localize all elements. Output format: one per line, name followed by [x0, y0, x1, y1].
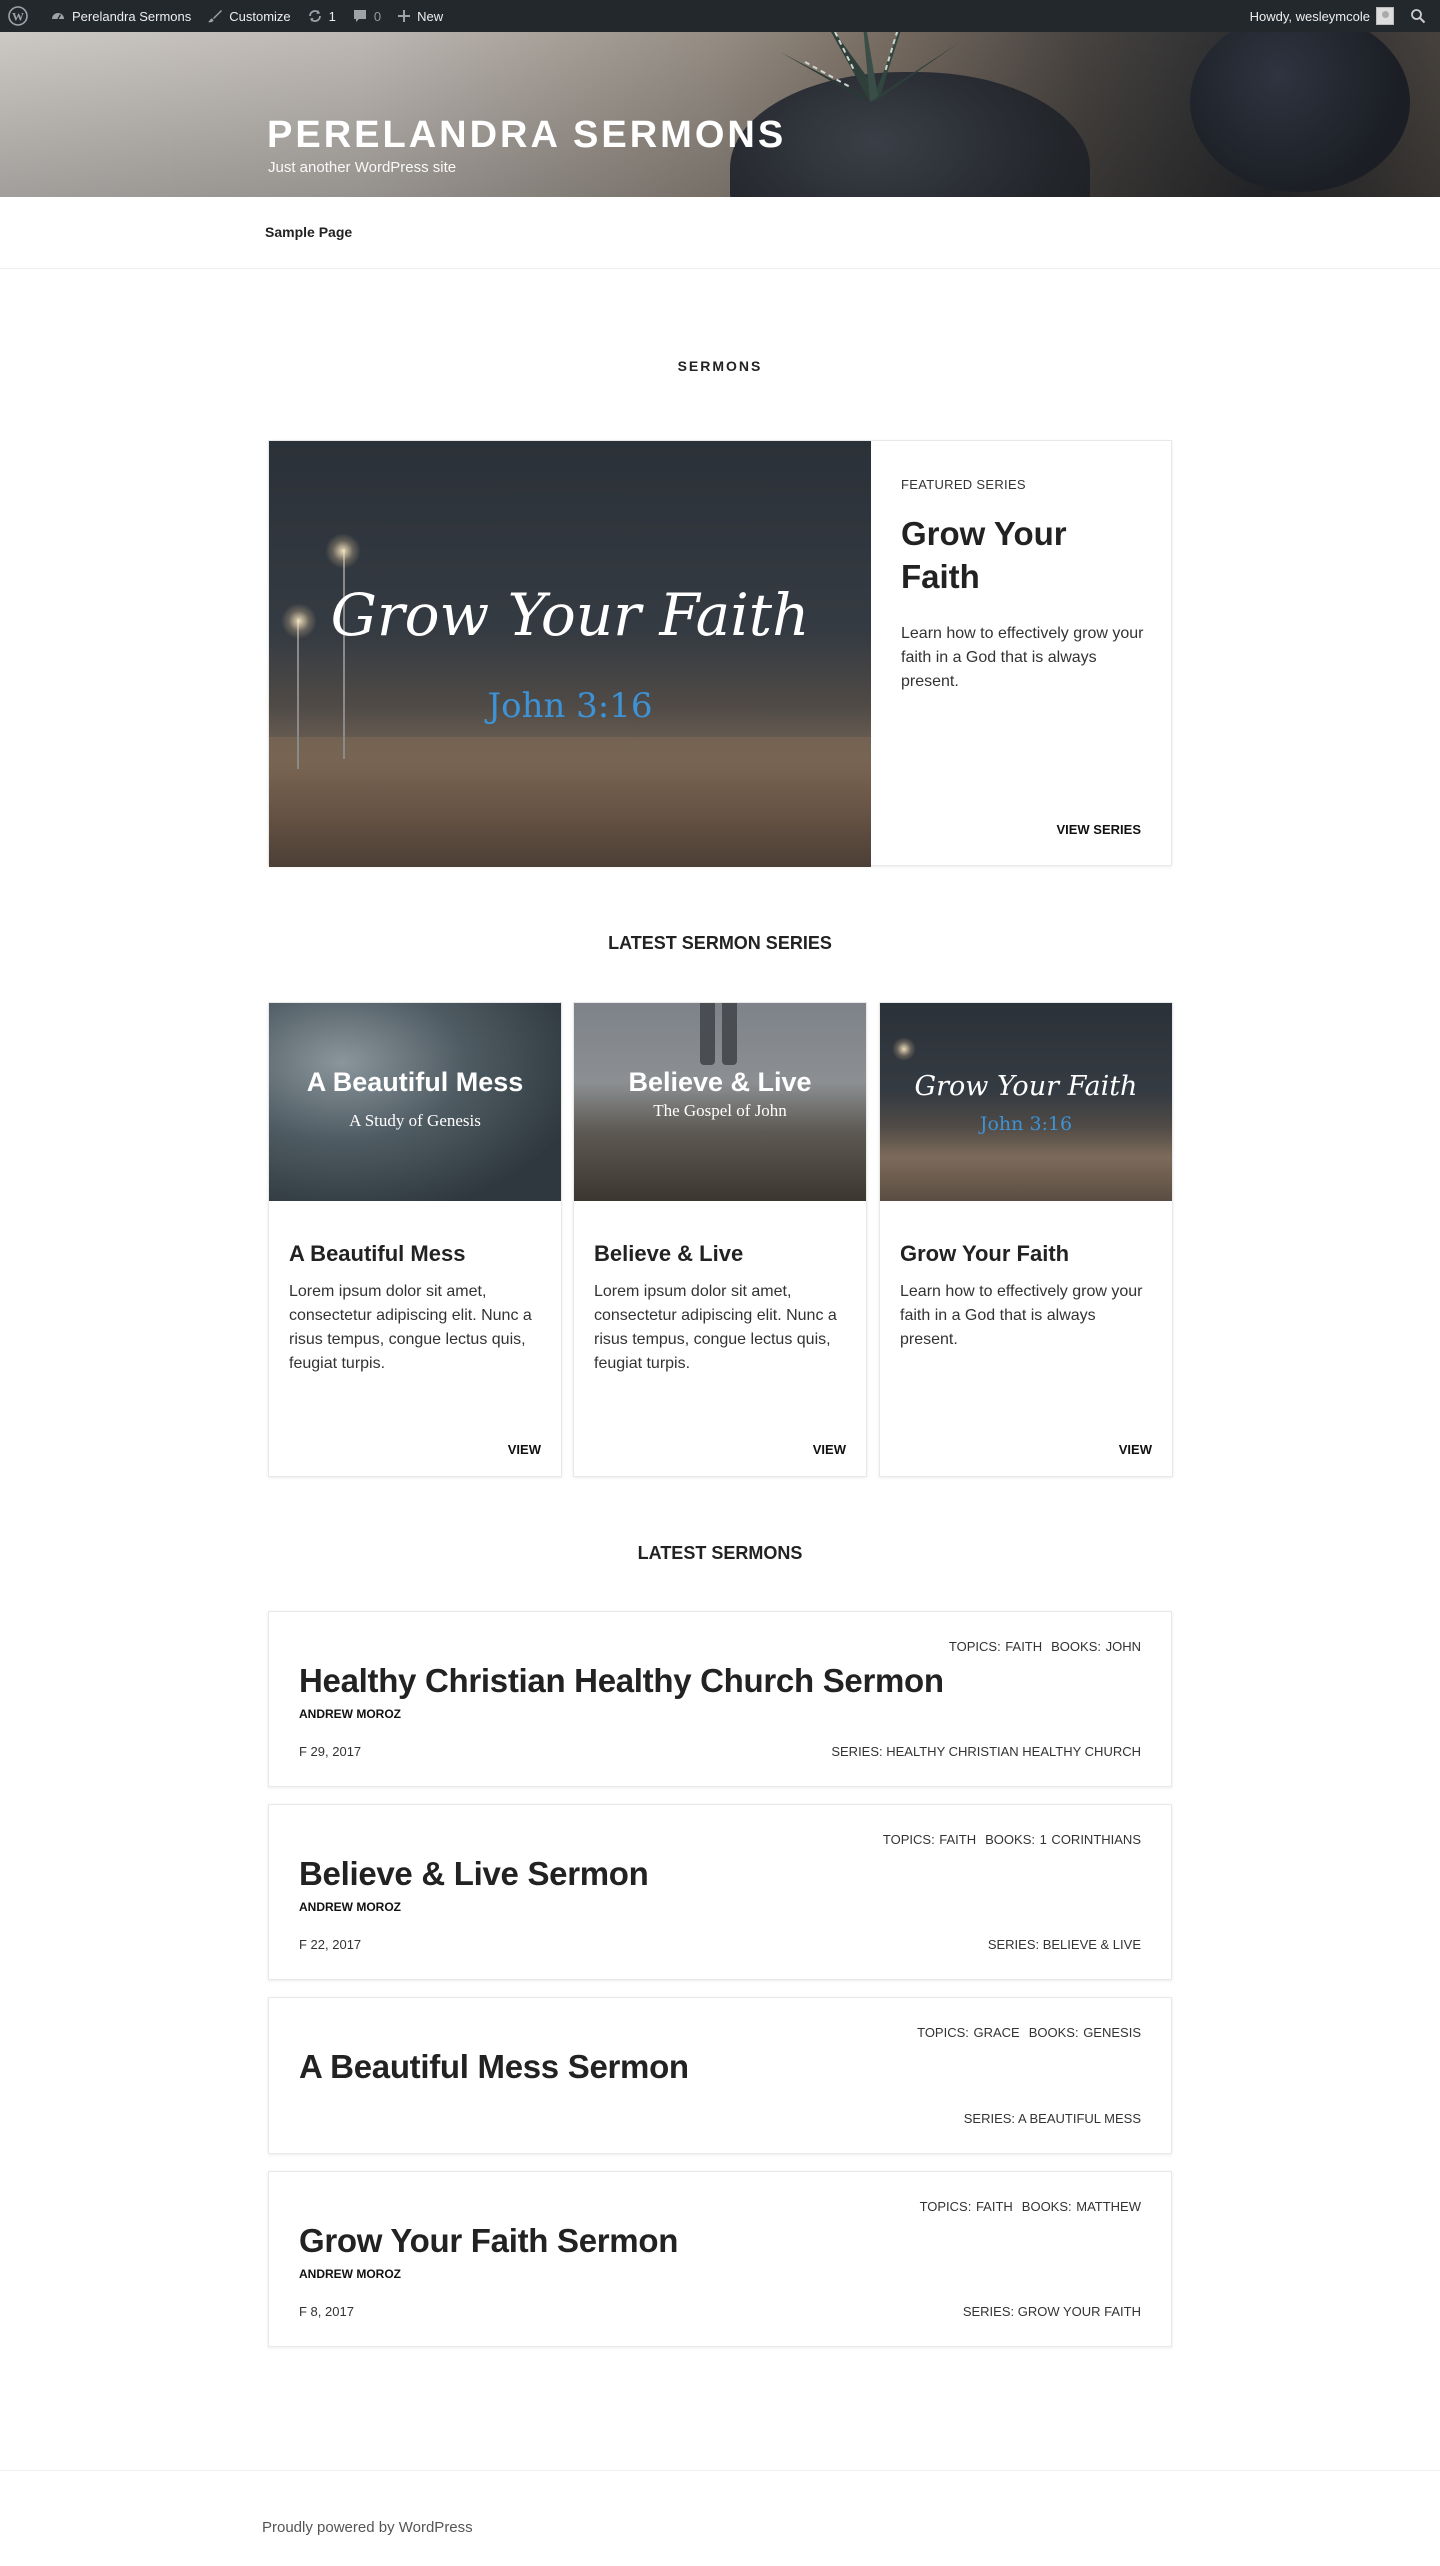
site-tagline: Just another WordPress site	[268, 159, 457, 176]
series-image-title: A Beautiful Mess	[306, 1067, 524, 1097]
featured-image-verse: John 3:16	[487, 686, 653, 726]
admin-bar: W Perelandra Sermons Customize 1 0 New H…	[0, 0, 1440, 32]
featured-series-title[interactable]: Grow Your Faith	[901, 513, 1141, 599]
admin-bar-new-label: New	[417, 8, 444, 24]
admin-bar-account[interactable]: Howdy, wesleymcole	[1242, 0, 1402, 32]
featured-series-card: Grow Your Faith John 3:16 FEATURED SERIE…	[268, 440, 1172, 867]
sermon-date: F 8, 2017	[299, 2304, 354, 2319]
image-lamp-glow	[325, 533, 361, 569]
admin-bar-site-name: Perelandra Sermons	[72, 8, 192, 24]
dashboard-icon	[52, 13, 64, 20]
sermon-title[interactable]: Grow Your Faith Sermon	[299, 2222, 678, 2260]
site-footer: Proudly powered by WordPress	[0, 2470, 1440, 2566]
sermon-topics-link[interactable]: TOPICS: FAITH	[883, 1832, 976, 1847]
sermon-author[interactable]: ANDREW MOROZ	[299, 2267, 401, 2281]
featured-series-image[interactable]: Grow Your Faith John 3:16	[269, 441, 871, 867]
series-card: Believe & Live The Gospel of John Believ…	[573, 1002, 867, 1477]
plus-icon	[398, 10, 411, 22]
admin-bar-updates-count: 1	[328, 8, 336, 24]
sermon-title[interactable]: Believe & Live Sermon	[299, 1855, 649, 1893]
series-card-title[interactable]: A Beautiful Mess	[289, 1241, 465, 1267]
sermon-topics-link[interactable]: TOPICS: FAITH	[949, 1639, 1042, 1654]
admin-bar-search[interactable]	[1402, 0, 1440, 32]
site-title[interactable]: PERELANDRA SERMONS	[267, 114, 786, 157]
sermon-series-link[interactable]: SERIES: GROW YOUR FAITH	[963, 2304, 1141, 2319]
featured-series-description: Learn how to effectively grow your faith…	[901, 625, 1144, 690]
sermon-date: F 22, 2017	[299, 1937, 362, 1952]
admin-bar-new[interactable]: New	[389, 0, 451, 32]
admin-bar-comments-count: 0	[373, 8, 382, 24]
sermon-item: TOPICS: FAITH BOOKS: MATTHEW Grow Your Fa…	[268, 2171, 1172, 2347]
sermon-meta: TOPICS: FAITH BOOKS: JOHN	[949, 1639, 1141, 1654]
series-card-description: Lorem ipsum dolor sit amet, consectetur …	[594, 1283, 837, 1372]
series-image-subtitle: John 3:16	[979, 1113, 1073, 1135]
image-lamp-glow	[892, 1037, 916, 1061]
sermon-meta: TOPICS: FAITH BOOKS: MATTHEW	[920, 2199, 1141, 2214]
admin-bar-customize-label: Customize	[229, 8, 291, 24]
latest-sermons-heading: LATEST SERMONS	[637, 1543, 803, 1563]
sermon-title[interactable]: A Beautiful Mess Sermon	[299, 2048, 689, 2086]
series-image-subtitle: A Study of Genesis	[349, 1111, 481, 1130]
sermon-item: TOPICS: GRACE BOOKS: GENESIS A Beautiful …	[268, 1997, 1172, 2154]
sermon-author[interactable]: ANDREW MOROZ	[299, 1900, 401, 1914]
admin-bar-howdy: Howdy, wesleymcole	[1249, 8, 1370, 24]
view-series-link[interactable]: VIEW SERIES	[1056, 822, 1141, 837]
series-card-image[interactable]: Grow Your Faith John 3:16	[880, 1003, 1172, 1201]
series-card: A Beautiful Mess A Study of Genesis A Be…	[268, 1002, 562, 1477]
series-view-link[interactable]: VIEW	[1119, 1442, 1152, 1457]
main-navigation: Sample Page	[0, 197, 1440, 269]
series-card-description: Learn how to effectively grow your faith…	[900, 1283, 1143, 1348]
series-card: Grow Your Faith John 3:16 Grow Your Fait…	[879, 1002, 1173, 1477]
series-image-title: Grow Your Faith	[914, 1071, 1138, 1102]
sermon-books-link[interactable]: BOOKS: JOHN	[1051, 1639, 1141, 1654]
series-card-title[interactable]: Believe & Live	[594, 1241, 743, 1267]
series-card-image[interactable]: Believe & Live The Gospel of John	[574, 1003, 866, 1201]
wordpress-logo-icon[interactable]: W	[0, 0, 42, 32]
sermon-topics-link[interactable]: TOPICS: GRACE	[917, 2025, 1020, 2040]
series-card-description: Lorem ipsum dolor sit amet, consectetur …	[289, 1283, 532, 1372]
series-card-title[interactable]: Grow Your Faith	[900, 1241, 1069, 1267]
series-view-link[interactable]: VIEW	[508, 1442, 541, 1457]
search-icon	[1411, 9, 1426, 24]
updates-icon	[308, 10, 321, 22]
series-image-title: Believe & Live	[628, 1067, 812, 1097]
sermon-series-link[interactable]: SERIES: BELIEVE & LIVE	[988, 1937, 1141, 1952]
sermon-books-link[interactable]: BOOKS: MATTHEW	[1022, 2199, 1141, 2214]
sermon-topics-link[interactable]: TOPICS: FAITH	[920, 2199, 1013, 2214]
series-view-link[interactable]: VIEW	[813, 1442, 846, 1457]
sermon-author[interactable]: ANDREW MOROZ	[299, 1707, 401, 1721]
latest-series-heading: LATEST SERMON SERIES	[608, 933, 832, 953]
sermon-meta: TOPICS: FAITH BOOKS: 1 CORINTHIANS	[883, 1832, 1141, 1847]
header-background-plant	[780, 32, 960, 102]
nav-item-sample-page[interactable]: Sample Page	[265, 224, 352, 240]
avatar	[1376, 7, 1394, 25]
image-legs	[700, 1003, 740, 1073]
comment-icon	[353, 10, 366, 22]
image-road	[269, 737, 871, 867]
admin-bar-customize[interactable]: Customize	[199, 0, 298, 32]
series-image-subtitle: The Gospel of John	[653, 1101, 787, 1120]
series-card-image[interactable]: A Beautiful Mess A Study of Genesis	[269, 1003, 561, 1201]
header-banner: PERELANDRA SERMONS Just another WordPres…	[0, 32, 1440, 197]
header-background-bowl	[1190, 32, 1410, 192]
sermon-books-link[interactable]: BOOKS: GENESIS	[1029, 2025, 1141, 2040]
sermon-date: F 29, 2017	[299, 1744, 362, 1759]
sermon-series-link[interactable]: SERIES: HEALTHY CHRISTIAN HEALTHY CHURCH	[831, 1744, 1141, 1759]
sermon-meta: TOPICS: GRACE BOOKS: GENESIS	[917, 2025, 1141, 2040]
admin-bar-comments[interactable]: 0	[344, 0, 389, 32]
page-title: SERMONS	[677, 358, 763, 374]
featured-image-title: Grow Your Faith	[330, 581, 810, 649]
paintbrush-icon	[208, 10, 223, 23]
sermon-title[interactable]: Healthy Christian Healthy Church Sermon	[299, 1662, 944, 1700]
sermon-books-link[interactable]: BOOKS: 1 CORINTHIANS	[985, 1832, 1141, 1847]
admin-bar-updates[interactable]: 1	[299, 0, 344, 32]
sermon-series-link[interactable]: SERIES: A BEAUTIFUL MESS	[964, 2111, 1141, 2126]
admin-bar-site-link[interactable]: Perelandra Sermons	[42, 0, 199, 32]
svg-text:W: W	[12, 10, 24, 24]
sermon-item: TOPICS: FAITH BOOKS: 1 CORINTHIANS Believ…	[268, 1804, 1172, 1980]
featured-series-label: FEATURED SERIES	[901, 477, 1026, 492]
footer-powered-by-link[interactable]: Proudly powered by WordPress	[262, 2519, 473, 2536]
sermon-item: TOPICS: FAITH BOOKS: JOHN Healthy Christi…	[268, 1611, 1172, 1787]
